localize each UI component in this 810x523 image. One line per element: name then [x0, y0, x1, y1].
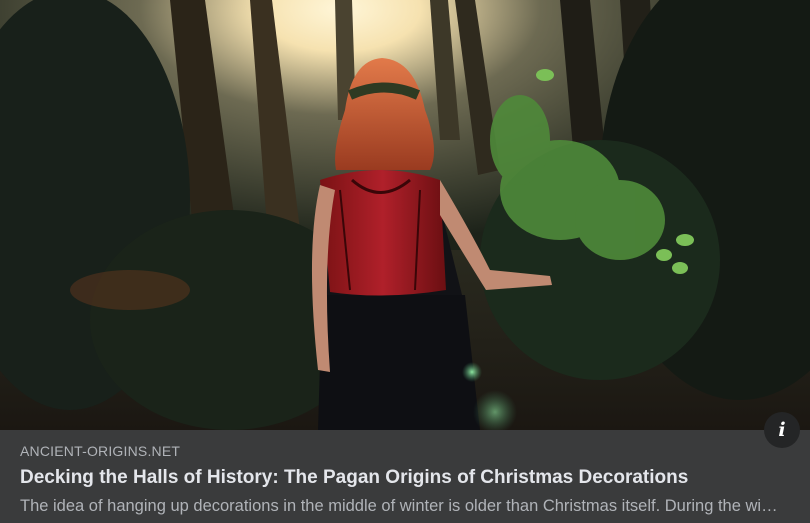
preview-image[interactable]: [0, 0, 810, 430]
link-domain: ANCIENT-ORIGINS.NET: [20, 443, 181, 459]
link-description: The idea of hanging up decorations in th…: [20, 497, 783, 515]
link-preview-meta[interactable]: ANCIENT-ORIGINS.NET Decking the Halls of…: [0, 430, 810, 523]
link-title[interactable]: Decking the Halls of History: The Pagan …: [20, 467, 780, 489]
info-icon[interactable]: i: [764, 412, 800, 448]
link-preview-card[interactable]: i ANCIENT-ORIGINS.NET Decking the Halls …: [0, 0, 810, 523]
